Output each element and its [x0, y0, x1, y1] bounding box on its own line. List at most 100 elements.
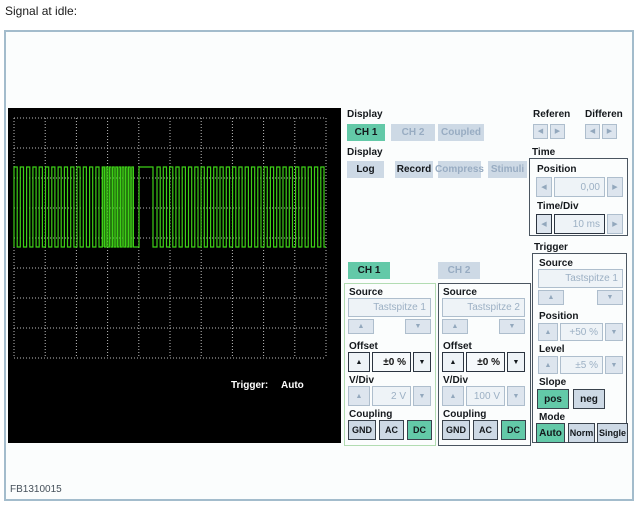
timediv-left-button[interactable]: ◀ [536, 214, 552, 234]
ch1-panel: Source Tastspitze 1 ▲ ▼ Offset ▲ ±0 % ▼ … [344, 283, 436, 446]
down-arrow-icon: ▼ [418, 392, 426, 400]
timediv-label: Time/Div [537, 201, 579, 212]
display-ch1-button[interactable]: CH 1 [347, 124, 385, 141]
ch2-source-up-button[interactable]: ▲ [442, 319, 468, 334]
ch1-source-up-button[interactable]: ▲ [348, 319, 374, 334]
ch2-ac-button[interactable]: AC [473, 420, 498, 440]
trigger-mode-label: Mode [539, 412, 566, 423]
trigger-position-down-button[interactable]: ▼ [605, 323, 623, 341]
ch2-offset-down-button[interactable]: ▼ [507, 352, 525, 372]
trigger-position-label: Position [539, 311, 579, 322]
trigger-slope-label: Slope [539, 377, 567, 388]
up-arrow-icon: ▲ [547, 294, 555, 301]
stimuli-button[interactable]: Stimuli [488, 161, 527, 178]
ch1-dc-button[interactable]: DC [407, 420, 432, 440]
down-arrow-icon: ▼ [606, 294, 614, 301]
time-position-label: Position [537, 164, 577, 175]
down-arrow-icon: ▼ [414, 323, 422, 330]
left-arrow-icon: ◀ [541, 183, 547, 191]
ch1-gnd-button[interactable]: GND [348, 420, 376, 440]
slope-neg-button[interactable]: neg [573, 389, 605, 409]
display-channels-label: Display [347, 109, 383, 120]
trigger-source-down-button[interactable]: ▼ [597, 290, 623, 305]
ch2-offset-up-button[interactable]: ▲ [442, 352, 464, 372]
right-arrow-icon: ▶ [554, 128, 561, 135]
up-arrow-icon: ▲ [451, 323, 459, 330]
time-position-right-button[interactable]: ▶ [607, 177, 623, 197]
ch2-offset-value[interactable]: ±0 % [466, 352, 505, 372]
display-modes-label: Display [347, 147, 383, 158]
ch1-offset-down-button[interactable]: ▼ [413, 352, 431, 372]
trigger-level-up-button[interactable]: ▲ [538, 356, 558, 374]
display-coupled-button[interactable]: Coupled [438, 124, 484, 141]
display-ch2-button[interactable]: CH 2 [391, 124, 435, 141]
instrument-window: Trigger: Auto Display CH 1 CH 2 Coupled … [4, 30, 634, 501]
up-arrow-icon: ▲ [449, 392, 457, 400]
ch2-source-down-button[interactable]: ▼ [499, 319, 525, 334]
trigger-position-up-button[interactable]: ▲ [538, 323, 558, 341]
timediv-value[interactable]: 10 ms [554, 214, 605, 234]
ch1-source-down-button[interactable]: ▼ [405, 319, 431, 334]
trigger-level-down-button[interactable]: ▼ [605, 356, 623, 374]
ch1-source-label: Source [349, 287, 383, 298]
reference-label: Referen [533, 109, 571, 120]
ch1-offset-up-button[interactable]: ▲ [348, 352, 370, 372]
ch2-vdiv-value[interactable]: 100 V [466, 386, 505, 406]
ch2-vdiv-label: V/Div [443, 375, 469, 386]
up-arrow-icon: ▲ [449, 358, 457, 366]
ch2-offset-label: Offset [443, 341, 472, 352]
difference-prev-button[interactable]: ◀ [585, 124, 600, 139]
time-position-value[interactable]: 0,00 [554, 177, 605, 197]
down-arrow-icon: ▼ [610, 361, 618, 369]
slope-pos-button[interactable]: pos [537, 389, 569, 409]
down-arrow-icon: ▼ [610, 328, 618, 336]
log-button[interactable]: Log [347, 161, 384, 178]
ch1-offset-label: Offset [349, 341, 378, 352]
ch2-tab[interactable]: CH 2 [438, 262, 480, 279]
right-arrow-icon: ▶ [612, 220, 618, 228]
ch2-panel: Source Tastspitze 2 ▲ ▼ Offset ▲ ±0 % ▼ … [438, 283, 531, 446]
page-title: Signal at idle: [5, 4, 78, 18]
ch2-gnd-button[interactable]: GND [442, 420, 470, 440]
ch1-vdiv-up-button[interactable]: ▲ [348, 386, 370, 406]
ch1-source-value[interactable]: Tastspitze 1 [348, 298, 431, 317]
trigger-position-value[interactable]: +50 % [560, 323, 603, 341]
left-arrow-icon: ◀ [541, 220, 547, 228]
ch2-vdiv-up-button[interactable]: ▲ [442, 386, 464, 406]
mode-single-button[interactable]: Single [597, 423, 628, 443]
time-position-left-button[interactable]: ◀ [536, 177, 552, 197]
ch2-dc-button[interactable]: DC [501, 420, 526, 440]
scope-svg [13, 117, 327, 359]
mode-norm-button[interactable]: Norm [568, 423, 595, 443]
ch2-coupling-label: Coupling [443, 409, 487, 420]
ch2-source-value[interactable]: Tastspitze 2 [442, 298, 525, 317]
trigger-label: Trigger [534, 242, 568, 253]
compress-button[interactable]: Compress [435, 161, 484, 178]
ch1-vdiv-value[interactable]: 2 V [372, 386, 411, 406]
record-button[interactable]: Record [395, 161, 433, 178]
trigger-panel: Source Tastspitze 1 ▲ ▼ Position ▲ +50 %… [532, 253, 628, 443]
reference-prev-button[interactable]: ◀ [533, 124, 548, 139]
difference-label: Differen [585, 109, 623, 120]
trigger-source-value[interactable]: Tastspitze 1 [538, 269, 623, 288]
reference-next-button[interactable]: ▶ [550, 124, 565, 139]
ch1-tab[interactable]: CH 1 [348, 262, 390, 279]
left-arrow-icon: ◀ [537, 128, 544, 135]
up-arrow-icon: ▲ [355, 358, 363, 366]
trigger-level-label: Level [539, 344, 565, 355]
page: Signal at idle: Trigger: Auto Display CH… [0, 0, 641, 507]
down-arrow-icon: ▼ [508, 323, 516, 330]
ch2-vdiv-down-button[interactable]: ▼ [507, 386, 525, 406]
right-arrow-icon: ▶ [612, 183, 618, 191]
difference-next-button[interactable]: ▶ [602, 124, 617, 139]
scope-display: Trigger: Auto [8, 108, 341, 443]
trigger-level-value[interactable]: ±5 % [560, 356, 603, 374]
ch1-vdiv-down-button[interactable]: ▼ [413, 386, 431, 406]
ch1-offset-value[interactable]: ±0 % [372, 352, 411, 372]
timediv-right-button[interactable]: ▶ [607, 214, 623, 234]
trigger-source-up-button[interactable]: ▲ [538, 290, 564, 305]
time-panel: Position ◀ 0,00 ▶ Time/Div ◀ 10 ms ▶ [529, 158, 628, 236]
mode-auto-button[interactable]: Auto [536, 423, 565, 443]
ch1-ac-button[interactable]: AC [379, 420, 404, 440]
down-arrow-icon: ▼ [512, 358, 520, 366]
